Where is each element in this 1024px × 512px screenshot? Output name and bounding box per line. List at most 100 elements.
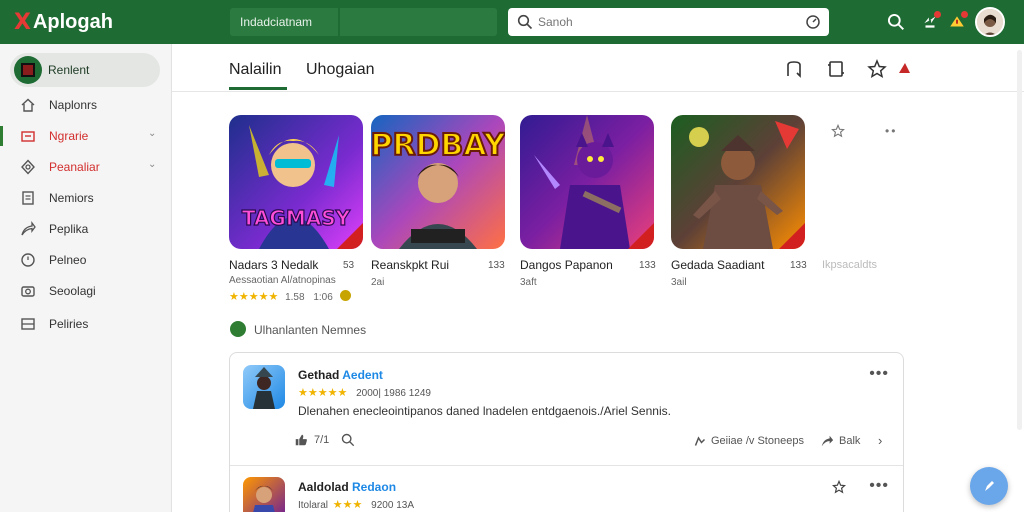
notification-icon[interactable] <box>918 10 942 34</box>
compose-fab-button[interactable] <box>970 467 1008 505</box>
app-name: Aplogah <box>32 10 113 33</box>
search-bar[interactable] <box>508 8 829 36</box>
rating-stars: ★★★ <box>332 499 363 511</box>
game-count: 133 <box>639 260 656 271</box>
review-title[interactable]: Gethad Aedent <box>298 368 383 382</box>
document-icon <box>22 191 34 205</box>
gear-icon <box>21 159 35 175</box>
sidebar-item-label: Ngrarie <box>49 129 89 143</box>
review-title-highlight: Aedent <box>342 368 383 382</box>
more-options-icon[interactable]: ••• <box>869 365 889 383</box>
sidebar-item-label: Naplonrs <box>49 98 98 112</box>
main-content: Nalailin Uhogaian TAGMASY PRDBAY •• Nada… <box>172 44 1024 512</box>
clear-search-icon[interactable] <box>805 14 821 30</box>
sidebar-item-5[interactable]: Peplika <box>0 216 170 242</box>
avatar[interactable] <box>975 7 1005 37</box>
review-title-main: Gethad <box>298 368 340 382</box>
game-card-1[interactable]: TAGMASY <box>229 115 363 249</box>
game-card-3[interactable] <box>520 115 654 249</box>
sidebar: Renlent Naplonrs Ngrarie ⌄ Peanaliar ⌄ N… <box>0 44 172 512</box>
game-card-2[interactable]: PRDBAY <box>371 115 505 249</box>
selected-marker <box>0 126 3 146</box>
sidebar-item-4[interactable]: Nemiors <box>0 185 170 211</box>
bookmark-icon[interactable] <box>784 59 804 79</box>
share-action[interactable]: Geiiae /v Stoneeps <box>711 435 804 447</box>
more-dots-icon[interactable]: •• <box>885 124 897 138</box>
game-subtitle: 3ail <box>671 277 687 288</box>
rating-stars: ★★★★★ <box>298 387 348 399</box>
game-tag <box>337 223 363 249</box>
app-logo[interactable]: X Aplogah <box>14 9 113 35</box>
game-rating-row: ★★★★★ 1.58 1:06 <box>229 290 351 303</box>
search-icon <box>517 14 533 30</box>
coin-icon <box>339 290 351 301</box>
share-icon <box>21 221 36 236</box>
top-bar: X Aplogah Indadciatnam <box>0 0 1024 44</box>
top-tab-label: Indadciatnam <box>240 15 313 29</box>
alert-badge <box>961 11 968 18</box>
sidebar-item-3[interactable]: Peanaliar ⌄ <box>0 154 170 180</box>
active-tab-indicator <box>229 87 287 90</box>
review-date: 9200 13A <box>371 500 414 511</box>
chevron-down-icon[interactable]: ⌄ <box>148 128 156 139</box>
thumbs-up-icon[interactable] <box>294 433 308 447</box>
game-subtitle: 3aft <box>520 277 537 288</box>
review-app-icon[interactable] <box>243 477 285 512</box>
reply-icon[interactable] <box>820 434 834 448</box>
search-input[interactable] <box>538 12 798 32</box>
alert-icon[interactable] <box>945 10 969 34</box>
game-name[interactable]: Reanskpkt Rui <box>371 258 449 272</box>
camera-icon <box>21 286 35 297</box>
chevron-down-icon[interactable]: ⌄ <box>148 159 156 170</box>
top-search-icon[interactable] <box>884 10 908 34</box>
review-body: Dlenahen enecleointipanos daned lnadelen… <box>298 404 671 418</box>
review-prefix: Itolaral <box>298 500 329 511</box>
sidebar-item-8[interactable]: Peliries <box>0 311 170 337</box>
sidebar-item-label: Peanaliar <box>49 160 100 174</box>
game-name[interactable]: Dangos Papanon <box>520 258 613 272</box>
scrollbar[interactable] <box>1017 50 1022 430</box>
game-count: 133 <box>488 260 505 271</box>
overflow-label[interactable]: Ikpsacaldts <box>822 259 877 271</box>
flag-icon[interactable] <box>895 59 915 79</box>
sidebar-item-2[interactable]: Ngrarie ⌄ <box>0 123 170 149</box>
review-title[interactable]: Aaldolad Redaon <box>298 480 396 494</box>
star-outline-icon[interactable] <box>831 124 845 138</box>
sidebar-item-label: Peplika <box>49 222 89 236</box>
review-title-main: Aaldolad <box>298 480 349 494</box>
star-outline-icon[interactable] <box>832 480 846 494</box>
game-art-title: PRDBAY <box>371 128 505 163</box>
tab-bar: Nalailin Uhogaian <box>172 44 1024 92</box>
active-item-icon <box>14 56 42 84</box>
game-card-4[interactable] <box>671 115 805 249</box>
game-name[interactable]: Gedada Saadiant <box>671 258 764 272</box>
sidebar-item-active[interactable]: Renlent <box>10 53 160 87</box>
top-tab-bar[interactable]: Indadciatnam <box>230 8 497 36</box>
sidebar-item-label: Seoolagi <box>49 284 96 298</box>
star-icon[interactable] <box>867 59 887 79</box>
reply-action[interactable]: Balk <box>839 435 860 447</box>
more-options-icon[interactable]: ••• <box>869 477 889 495</box>
frame-icon[interactable] <box>826 59 846 79</box>
review-date: 2000| 1986 1249 <box>356 388 431 399</box>
sidebar-item-1[interactable]: Naplonrs <box>0 92 170 118</box>
section-icon <box>230 321 246 337</box>
chevron-right-icon[interactable]: › <box>878 433 882 448</box>
tab-primary[interactable]: Nalailin <box>229 61 281 79</box>
clock-icon <box>21 253 35 267</box>
sidebar-item-6[interactable]: Pelneo <box>0 247 170 273</box>
tab-secondary[interactable]: Uhogaian <box>306 61 375 79</box>
sidebar-item-label: Nemiors <box>49 191 94 205</box>
review-divider <box>230 465 903 466</box>
review-meta: ★★★★★ 2000| 1986 1249 <box>298 386 431 399</box>
review-app-icon[interactable] <box>243 365 285 409</box>
share-icon[interactable] <box>694 435 706 447</box>
home-icon <box>21 98 35 112</box>
search-icon[interactable] <box>341 433 355 447</box>
game-art-title: TAGMASY <box>242 206 351 230</box>
sidebar-item-label: Peliries <box>49 317 89 331</box>
list-icon <box>21 318 35 330</box>
game-name[interactable]: Nadars 3 Nedalk <box>229 258 318 272</box>
sidebar-item-7[interactable]: Seoolagi <box>0 278 170 304</box>
game-count: 133 <box>790 260 807 271</box>
